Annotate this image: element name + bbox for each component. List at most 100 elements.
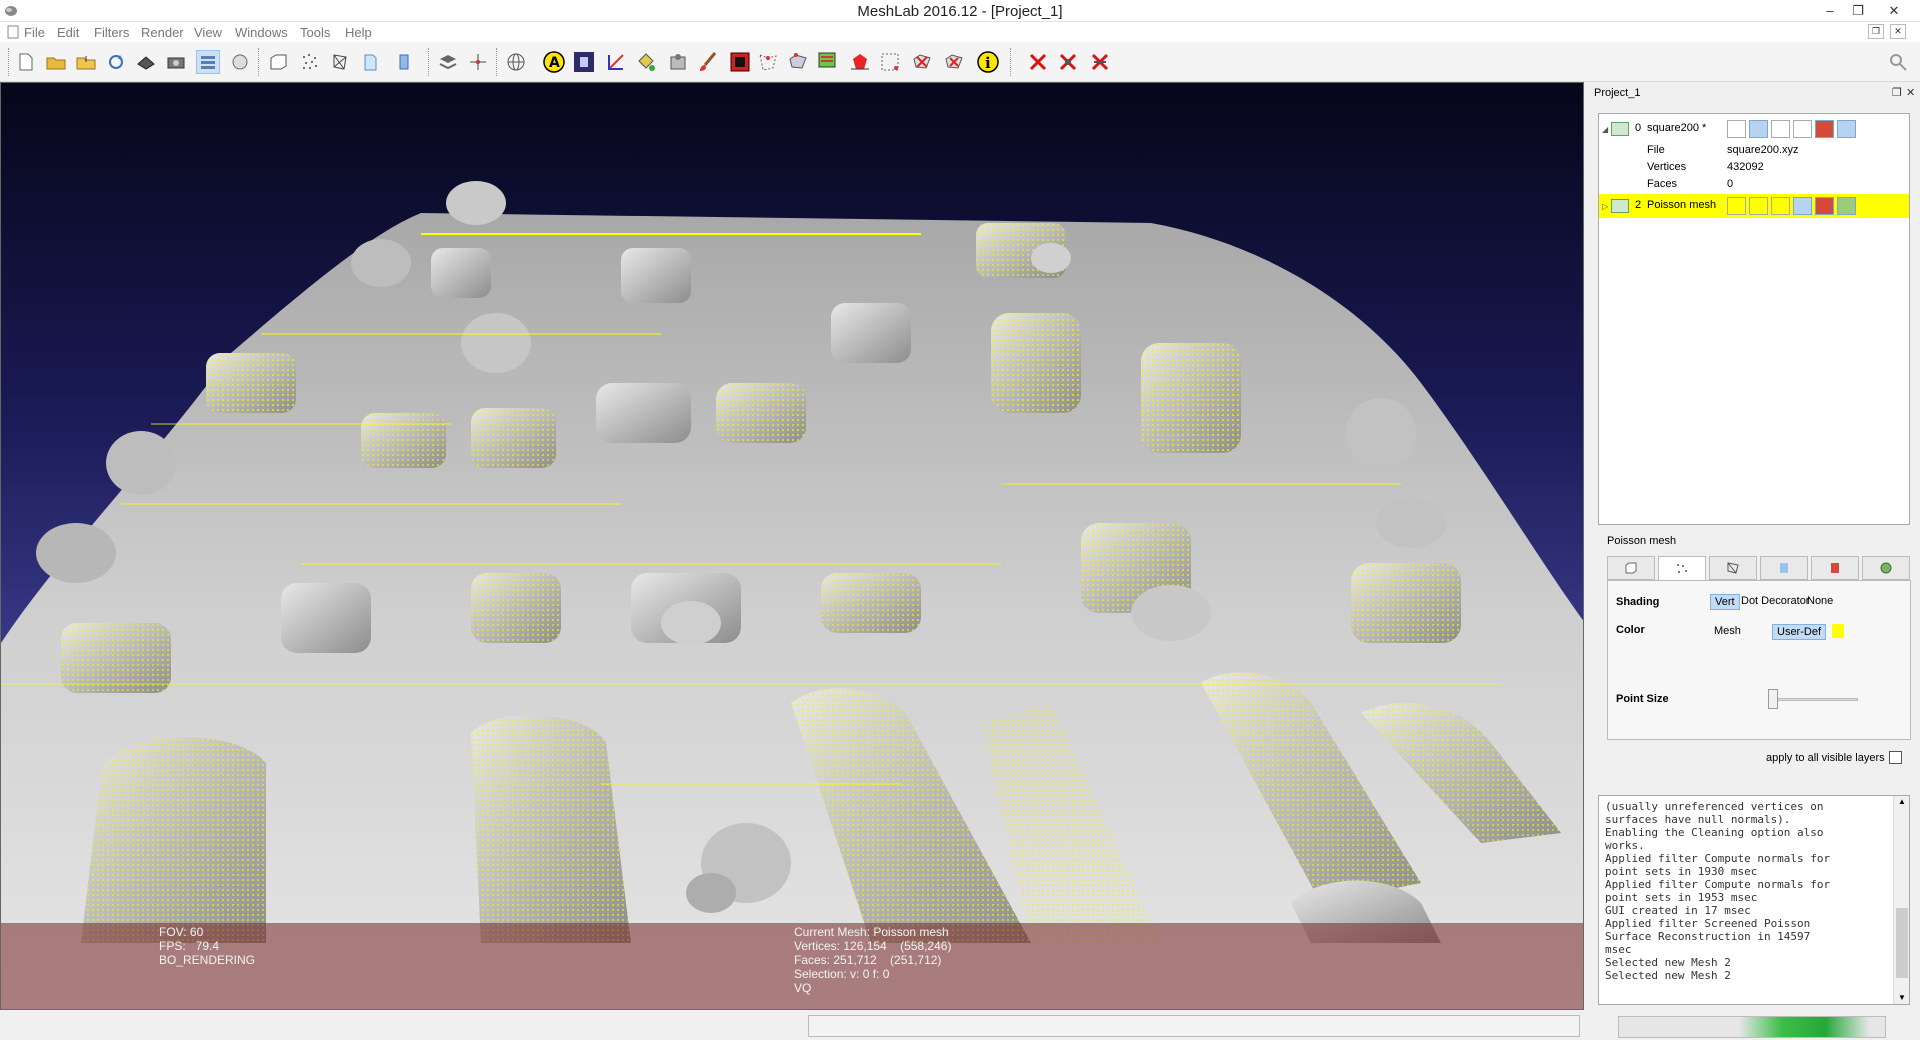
shading-option-dot-decorator[interactable]: Dot Decorator (1737, 594, 1813, 608)
delete-selected-vertices-button[interactable] (1056, 50, 1080, 74)
faces-label: Faces (1647, 178, 1677, 190)
delete-selection-button[interactable] (1088, 50, 1112, 74)
open-project-button[interactable] (44, 50, 68, 74)
points-icon (303, 54, 317, 69)
log-scrollbar[interactable]: ▲ ▼ (1893, 796, 1909, 1004)
menu-view[interactable]: View (194, 25, 222, 40)
show-layers-button[interactable] (196, 50, 220, 74)
bbox-toggle-icon[interactable] (1727, 197, 1746, 215)
log-scrollbar-thumb[interactable] (1896, 908, 1908, 978)
wireframe-toggle-icon[interactable] (1771, 120, 1790, 138)
collapse-arrow-icon[interactable]: ◢ (1602, 125, 1608, 134)
pick-points-button[interactable] (666, 50, 690, 74)
maximize-button[interactable]: ❐ (1844, 0, 1872, 22)
expand-arrow-icon[interactable]: ▷ (1602, 202, 1608, 211)
texture-toggle-icon[interactable] (1815, 197, 1834, 215)
brush-button[interactable] (696, 50, 720, 74)
points-toggle-icon[interactable] (1749, 197, 1768, 215)
flat-toggle-icon[interactable] (1793, 197, 1812, 215)
flat-toggle-icon[interactable] (1793, 120, 1812, 138)
tab-settings[interactable] (1862, 556, 1910, 580)
menu-help[interactable]: Help (345, 25, 372, 40)
render-options-panel: Shading Vert Dot Decorator None Color Me… (1607, 580, 1911, 740)
new-project-button[interactable] (14, 50, 38, 74)
color-option-user-def[interactable]: User-Def (1772, 624, 1827, 640)
render-panel-title: Poisson mesh (1607, 535, 1677, 547)
menu-render[interactable]: Render (141, 25, 184, 40)
tab-fill[interactable] (1760, 556, 1808, 580)
wireframe-toggle-icon[interactable] (1771, 197, 1790, 215)
menu-tools[interactable]: Tools (300, 25, 330, 40)
snapshot-button[interactable] (164, 50, 188, 74)
wireframe-button[interactable] (328, 50, 352, 74)
color-option-mesh[interactable]: Mesh (1710, 624, 1745, 638)
select-vertices-button[interactable] (756, 50, 780, 74)
raster-layers-button[interactable] (228, 50, 252, 74)
gear-icon (1880, 562, 1892, 574)
texture-toggle-icon[interactable] (1815, 120, 1834, 138)
settings-toggle-icon[interactable] (1837, 120, 1856, 138)
menu-file[interactable]: File (24, 25, 45, 40)
points-toggle-icon[interactable] (1749, 120, 1768, 138)
shading-option-none[interactable]: None (1803, 594, 1837, 608)
delete-vertices-button[interactable] (942, 50, 966, 74)
paint-button[interactable] (634, 50, 658, 74)
mdi-restore-button[interactable]: ❐ (1868, 24, 1884, 39)
points-render-button[interactable] (298, 50, 322, 74)
shading-option-vert[interactable]: Vert (1710, 594, 1740, 610)
tab-texture[interactable] (1811, 556, 1859, 580)
mesh-render (1, 181, 1583, 1009)
flat-shading-button[interactable] (358, 50, 382, 74)
tab-wireframe[interactable] (1709, 556, 1757, 580)
panel-float-button[interactable]: ❐ (1892, 86, 1902, 99)
letter-a-icon: A (543, 51, 565, 73)
user-color-swatch[interactable] (1832, 624, 1844, 638)
bounding-box-button[interactable] (266, 50, 290, 74)
reload-button[interactable] (104, 50, 128, 74)
texture-button[interactable] (728, 50, 752, 74)
menu-filters[interactable]: Filters (94, 25, 129, 40)
eye-visibility-icon[interactable] (1611, 199, 1629, 213)
delete-faces-icon (913, 54, 931, 69)
mdi-close-button[interactable]: ✕ (1890, 24, 1906, 39)
layer-item-selected[interactable]: ▷ 2 Poisson mesh (1599, 194, 1909, 218)
bbox-toggle-icon[interactable] (1727, 120, 1746, 138)
decorate-button[interactable] (816, 50, 840, 74)
apply-all-checkbox[interactable] (1889, 751, 1902, 764)
quality-mapper-button[interactable] (572, 50, 596, 74)
align-button[interactable] (466, 50, 490, 74)
select-faces-button[interactable] (848, 50, 872, 74)
delete-selected-faces-button[interactable] (1026, 50, 1050, 74)
search-button[interactable] (1886, 50, 1910, 74)
select-region-button[interactable] (878, 50, 902, 74)
import-mesh-button[interactable] (74, 50, 98, 74)
close-button[interactable]: ✕ (1880, 0, 1908, 22)
log-window[interactable]: (usually unreferenced vertices on surface… (1598, 795, 1910, 1005)
menu-windows[interactable]: Windows (235, 25, 288, 40)
point-size-slider[interactable] (1768, 698, 1858, 701)
eye-visibility-icon[interactable] (1611, 122, 1629, 136)
info-button[interactable]: i (976, 50, 1000, 74)
point-size-slider-handle[interactable] (1768, 689, 1778, 709)
annotation-button[interactable]: A (542, 50, 566, 74)
settings-toggle-icon[interactable] (1837, 197, 1856, 215)
3d-viewport[interactable]: FOV: 60 FPS: 79.4 BO_RENDERING Current M… (0, 82, 1584, 1010)
tab-bbox[interactable] (1607, 556, 1655, 580)
measure-button[interactable] (604, 50, 628, 74)
menu-edit[interactable]: Edit (57, 25, 79, 40)
scroll-up-arrow-icon[interactable]: ▲ (1898, 797, 1906, 806)
scroll-down-arrow-icon[interactable]: ▼ (1898, 993, 1906, 1002)
trackball-button[interactable] (504, 50, 528, 74)
bbox-icon (270, 54, 287, 70)
show-layer-button[interactable] (436, 50, 460, 74)
panel-close-button[interactable]: ✕ (1906, 86, 1915, 99)
minimize-button[interactable]: – (1816, 0, 1844, 22)
delete-faces-button[interactable] (910, 50, 934, 74)
select-connected-button[interactable] (786, 50, 810, 74)
export-mesh-button[interactable] (134, 50, 158, 74)
tab-points[interactable] (1658, 556, 1706, 580)
smooth-shading-button[interactable] (392, 50, 416, 74)
select-vertices-icon (759, 54, 777, 71)
layer-item[interactable]: ◢ 0 square200 * (1599, 117, 1909, 141)
layer-name: Poisson mesh (1647, 199, 1717, 211)
